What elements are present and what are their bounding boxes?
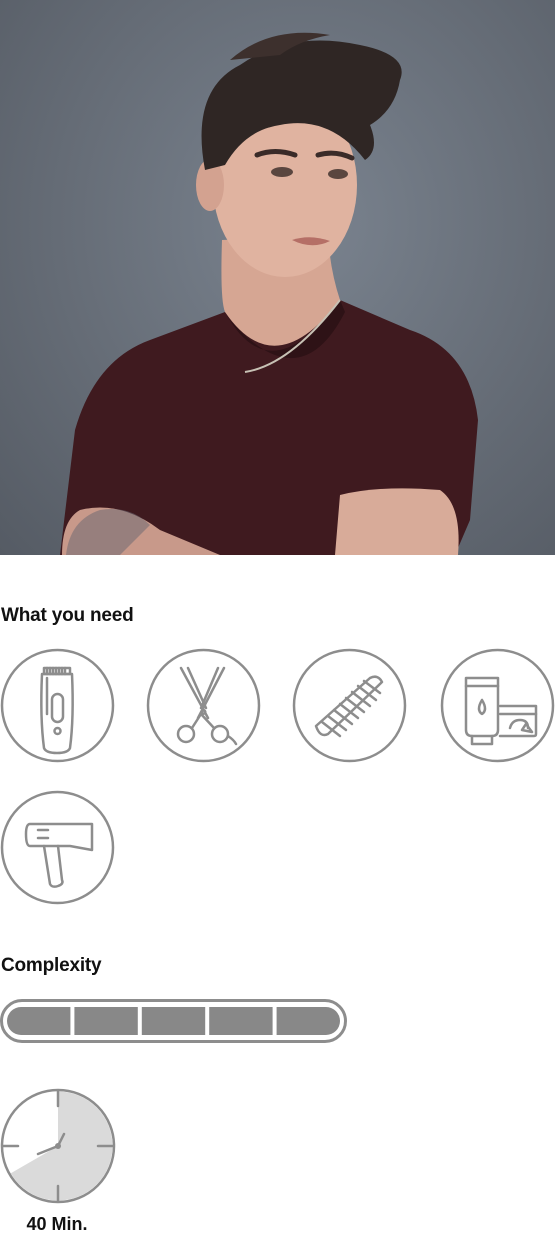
hair-clipper-icon: [0, 648, 115, 763]
duration-label: 40 Min.: [26, 1214, 88, 1234]
complexity-bar: [0, 999, 347, 1043]
complexity-segment: [276, 1007, 340, 1035]
styling-products-icon: [440, 648, 555, 763]
complexity-segment: [141, 1007, 206, 1035]
hair-dryer-icon: [0, 790, 115, 905]
clock-icon: [0, 1088, 116, 1204]
comb-icon: [292, 648, 407, 763]
scissors-icon: [146, 648, 261, 763]
complexity-segment: [209, 1007, 273, 1035]
hero-photo: [0, 0, 555, 555]
complexity-heading: Complexity: [1, 955, 102, 976]
complexity-segment: [7, 1007, 71, 1035]
hairstyle-detail-page: What you need Complexity 40 Min.: [0, 0, 555, 1238]
complexity-segment: [74, 1007, 138, 1035]
what-you-need-heading: What you need: [1, 605, 134, 626]
